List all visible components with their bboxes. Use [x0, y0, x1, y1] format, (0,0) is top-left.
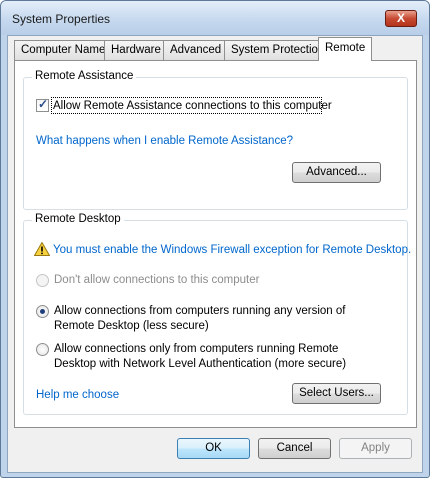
radio-allow-any-version[interactable] [36, 305, 49, 318]
tab-label: Computer Name [21, 44, 106, 56]
warning-icon [34, 242, 50, 256]
tab-label: Hardware [111, 44, 161, 56]
tab-remote[interactable]: Remote [318, 37, 373, 61]
tab-advanced[interactable]: Advanced [163, 40, 229, 60]
select-users-button-label: Select Users... [299, 387, 374, 399]
radio-allow-any-version-label-line2: Remote Desktop (less secure) [54, 320, 209, 332]
system-properties-window: System Properties X Computer Name Hardwa… [0, 0, 430, 478]
firewall-warning-link[interactable]: You must enable the Windows Firewall exc… [53, 243, 411, 257]
ok-button-label: OK [205, 442, 222, 454]
close-icon: X [396, 11, 405, 25]
tab-label: System Protection [231, 44, 325, 56]
tab-label: Remote [325, 42, 366, 54]
checkmark-icon: ✓ [38, 97, 49, 111]
tab-hardware[interactable]: Hardware [104, 40, 168, 60]
advanced-button[interactable]: Advanced... [292, 162, 381, 183]
radio-dont-allow[interactable] [36, 274, 49, 287]
select-users-button[interactable]: Select Users... [292, 383, 381, 404]
dialog-client-area: Computer Name Hardware Advanced System P… [7, 35, 423, 473]
cancel-button-label: Cancel [276, 442, 313, 454]
tab-label: Advanced [170, 44, 222, 56]
allow-remote-assistance-checkbox[interactable]: ✓ [36, 97, 49, 112]
remote-assistance-group: Remote Assistance ✓ Allow Remote Assista… [23, 70, 408, 210]
apply-button-label: Apply [361, 442, 390, 454]
radio-dont-allow-label: Don't allow connections to this computer [54, 274, 260, 286]
radio-allow-nla-only-label-line2: Desktop with Network Level Authenticatio… [54, 358, 347, 370]
radio-selected-dot [40, 309, 45, 314]
close-button[interactable]: X [385, 10, 417, 27]
remote-desktop-group-label: Remote Desktop [32, 213, 124, 225]
remote-desktop-group: Remote Desktop You must enable the Windo… [23, 213, 411, 415]
remote-assistance-group-label: Remote Assistance [32, 70, 137, 82]
window-title: System Properties [12, 12, 111, 26]
ok-button[interactable]: OK [177, 438, 250, 459]
advanced-button-label: Advanced... [306, 166, 367, 178]
allow-remote-assistance-label[interactable]: Allow Remote Assistance connections to t… [53, 99, 332, 113]
radio-allow-nla-only-label-line1: Allow connections only from computers ru… [54, 343, 339, 355]
help-me-choose-link[interactable]: Help me choose [36, 388, 119, 402]
radio-allow-any-version-label-line1: Allow connections from computers running… [54, 305, 346, 317]
remote-tab-panel: Remote Assistance ✓ Allow Remote Assista… [14, 60, 417, 428]
tab-computer-name[interactable]: Computer Name [14, 40, 113, 60]
tab-system-protection[interactable]: System Protection [224, 40, 332, 60]
apply-button[interactable]: Apply [339, 438, 412, 459]
radio-allow-nla-only[interactable] [36, 343, 49, 356]
title-bar[interactable]: System Properties X [1, 1, 429, 35]
cancel-button[interactable]: Cancel [258, 438, 331, 459]
remote-assistance-help-link[interactable]: What happens when I enable Remote Assist… [36, 134, 293, 148]
